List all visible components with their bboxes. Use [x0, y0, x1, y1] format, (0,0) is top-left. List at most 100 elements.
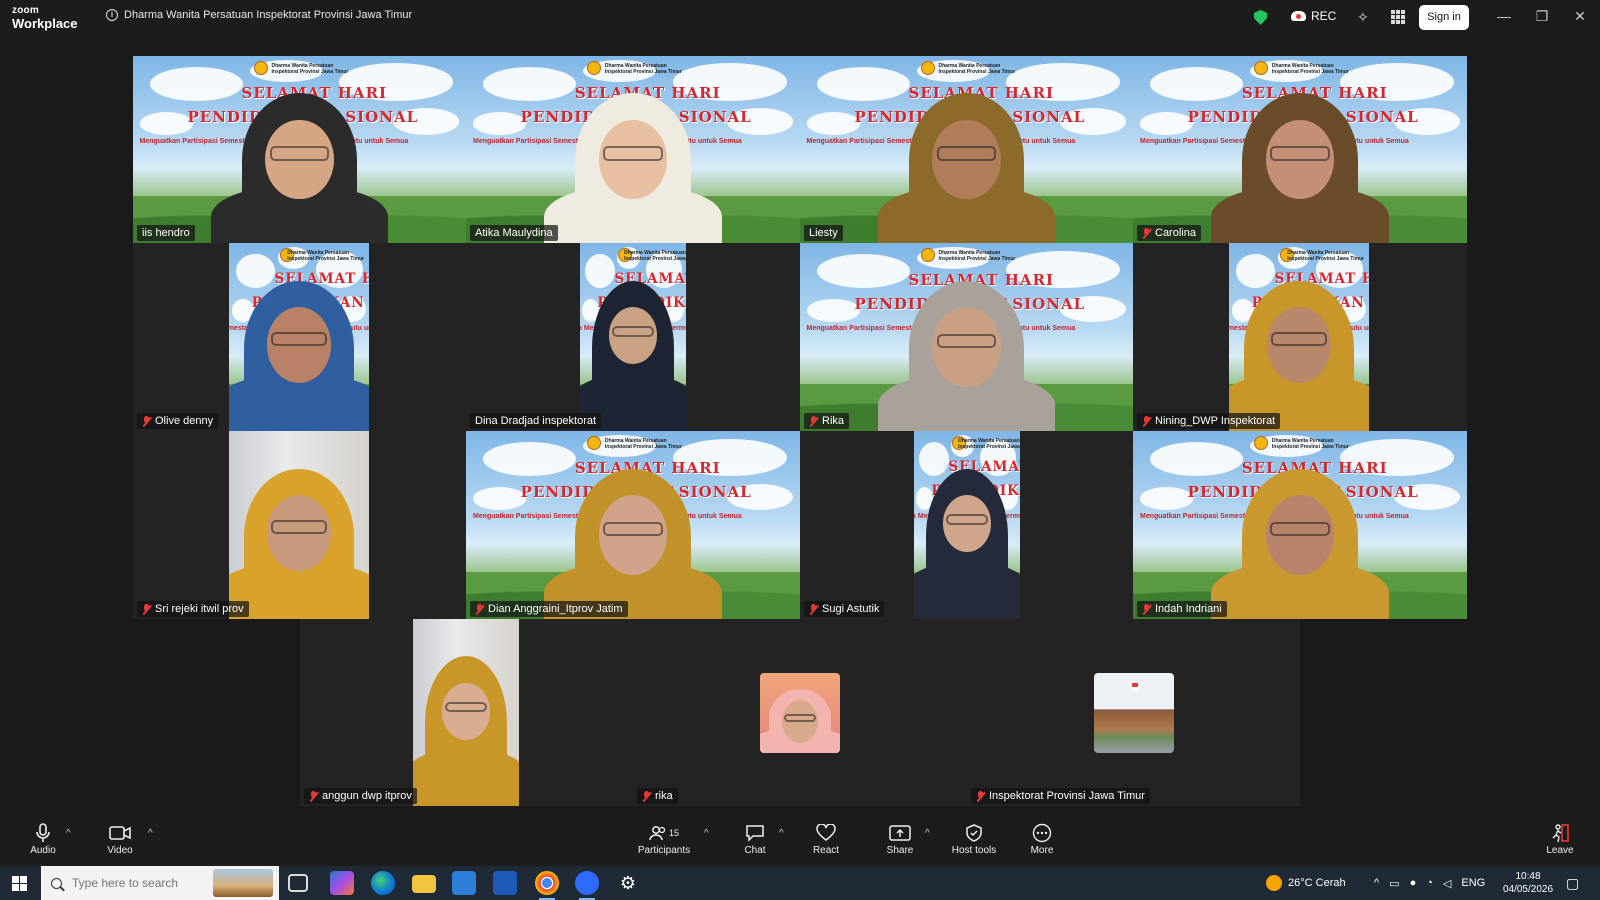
participant-name-label: Dina Dradjad inspektorat — [470, 413, 602, 429]
file-explorer-icon[interactable] — [412, 875, 436, 893]
encryption-shield-icon[interactable] — [1254, 10, 1267, 25]
chat-label: Chat — [744, 845, 766, 856]
audio-options-chevron-icon[interactable]: ^ — [66, 828, 71, 839]
participants-options-chevron-icon[interactable]: ^ — [704, 828, 709, 839]
muted-mic-icon — [475, 603, 484, 615]
windows-taskbar: ⚙ 26°C Cerah ^ ▭ ● ◔ ◁ ENG 10:48 04/05/2… — [0, 866, 1600, 900]
participant-tile[interactable]: Inspektorat Provinsi Jawa Timur — [967, 619, 1300, 806]
participant-video-feed: Dharma Wanita Persatuan Inspektorat Provi… — [1133, 56, 1467, 243]
participant-name: Sugi Astutik — [822, 603, 880, 615]
more-button[interactable]: More — [1012, 822, 1072, 864]
participant-tile[interactable]: anggun dwp itprov — [300, 619, 633, 806]
close-icon[interactable]: ✕ — [1570, 8, 1590, 25]
participant-video-feed: Dharma Wanita Persatuan Inspektorat Provi… — [1133, 431, 1467, 619]
participant-video-person — [133, 56, 466, 243]
edge-browser-icon[interactable] — [371, 871, 395, 895]
participant-tile[interactable]: Dharma Wanita Persatuan Inspektorat Provi… — [1133, 56, 1467, 243]
person-glasses — [936, 146, 997, 162]
participant-name-label: Liesty — [804, 225, 843, 241]
zoom-app-icon[interactable] — [575, 871, 599, 900]
participants-button[interactable]: 15 Participants — [633, 822, 695, 864]
participant-tile[interactable]: Dharma Wanita Persatuan Inspektorat Provi… — [800, 56, 1133, 243]
chrome-browser-icon[interactable] — [535, 871, 559, 900]
host-tools-button[interactable]: Host tools — [944, 822, 1004, 864]
mic-tray-icon[interactable]: ● — [1410, 877, 1417, 889]
weather-widget[interactable]: 26°C Cerah — [1266, 866, 1346, 900]
wifi-icon[interactable]: ◔ — [1426, 877, 1433, 889]
participant-tile[interactable]: Dharma Wanita Persatuan Inspektorat Provi… — [1133, 431, 1467, 619]
participant-tile[interactable]: Dharma Wanita Persatuan Inspektorat Provi… — [133, 243, 466, 431]
notifications-icon[interactable]: ▢ — [1566, 866, 1579, 900]
store-icon[interactable] — [452, 871, 476, 895]
taskbar-search[interactable] — [41, 866, 279, 900]
participant-name-label: Sri rejeki itwil prov — [137, 601, 249, 617]
volume-icon[interactable]: ◁ — [1443, 877, 1451, 890]
participant-tile[interactable]: Dharma Wanita Persatuan Inspektorat Provi… — [466, 56, 800, 243]
participant-video-feed: Dharma Wanita Persatuan Inspektorat Provi… — [466, 56, 800, 243]
person-glasses — [784, 714, 816, 723]
react-label: React — [812, 845, 840, 856]
rec-label: REC — [1311, 9, 1337, 23]
task-view-icon[interactable] — [288, 874, 308, 892]
participant-video-feed — [229, 431, 369, 619]
participant-video-person — [1133, 431, 1467, 619]
language-indicator[interactable]: ENG — [1461, 877, 1485, 889]
participant-tile[interactable]: rika — [633, 619, 967, 806]
settings-gear-icon[interactable]: ⚙ — [616, 871, 640, 895]
muted-mic-icon — [142, 603, 151, 615]
participant-tile[interactable]: Dharma Wanita Persatuan Inspektorat Provi… — [1133, 243, 1467, 431]
copilot-icon[interactable] — [330, 871, 354, 895]
title-bar: zoom Workplace i Dharma Wanita Persatuan… — [0, 0, 1600, 36]
participants-icon: 15 — [633, 822, 695, 844]
weather-sun-icon — [1266, 875, 1282, 891]
participant-tile[interactable]: Dharma Wanita Persatuan Inspektorat Provi… — [133, 56, 466, 243]
chat-options-chevron-icon[interactable]: ^ — [779, 828, 784, 839]
participant-video-feed: Dharma Wanita Persatuan Inspektorat Provi… — [800, 243, 1133, 431]
apps-grid-icon[interactable] — [1391, 10, 1405, 24]
taskbar-clock[interactable]: 10:48 04/05/2026 — [1500, 870, 1556, 896]
tray-chevron-icon[interactable]: ^ — [1374, 877, 1379, 889]
info-icon[interactable]: i — [106, 9, 118, 21]
cloud-record-icon — [1291, 11, 1306, 21]
participant-name-label: Dian Anggraini_Itprov Jatim — [470, 601, 628, 617]
restore-icon[interactable]: ❐ — [1532, 8, 1552, 25]
participant-count: 15 — [668, 828, 679, 838]
taskbar-search-input[interactable] — [72, 876, 212, 890]
recording-indicator[interactable]: REC — [1291, 9, 1336, 23]
muted-mic-icon — [1142, 603, 1151, 615]
leave-button[interactable]: Leave — [1530, 822, 1590, 864]
participant-video-feed: Dharma Wanita Persatuan Inspektorat Provi… — [914, 431, 1020, 619]
share-label: Share — [886, 845, 914, 856]
participant-video-feed — [413, 619, 519, 806]
participant-name: Atika Maulydina — [475, 227, 553, 239]
network-icon[interactable]: ▭ — [1389, 877, 1399, 890]
participant-name: Inspektorat Provinsi Jawa Timur — [989, 790, 1145, 802]
audio-button[interactable]: Audio — [13, 822, 73, 864]
meeting-info[interactable]: i Dharma Wanita Persatuan Inspektorat Pr… — [106, 9, 412, 21]
participant-tile[interactable]: Dharma Wanita Persatuan Inspektorat Provi… — [466, 243, 800, 431]
share-options-chevron-icon[interactable]: ^ — [925, 828, 930, 839]
react-button[interactable]: React — [796, 822, 856, 864]
participant-name-label: Indah Indriani — [1137, 601, 1227, 617]
shield-icon — [944, 822, 1004, 844]
video-button[interactable]: Video — [90, 822, 150, 864]
participant-video-person — [580, 243, 686, 431]
share-button[interactable]: Share — [870, 822, 930, 864]
participant-tile[interactable]: Sri rejeki itwil prov — [133, 431, 466, 619]
windows-start-icon[interactable] — [12, 876, 27, 891]
participant-video-feed: Dharma Wanita Persatuan Inspektorat Provi… — [580, 243, 686, 431]
word-icon[interactable] — [493, 871, 517, 895]
participant-name-label: Carolina — [1137, 225, 1201, 241]
chat-button[interactable]: Chat — [725, 822, 785, 864]
participant-tile[interactable]: Dharma Wanita Persatuan Inspektorat Provi… — [800, 431, 1133, 619]
minimize-icon[interactable]: — — [1494, 8, 1514, 24]
sign-in-button[interactable]: Sign in — [1419, 5, 1469, 30]
building-profile-picture — [1093, 672, 1174, 753]
participant-video-person — [800, 243, 1133, 431]
participant-tile[interactable]: Dharma Wanita Persatuan Inspektorat Provi… — [466, 431, 800, 619]
ai-companion-icon[interactable]: ✧ — [1357, 9, 1369, 26]
system-tray: ^ ▭ ● ◔ ◁ ENG — [1374, 866, 1485, 900]
participant-tile[interactable]: Dharma Wanita Persatuan Inspektorat Provi… — [800, 243, 1133, 431]
person-glasses — [1270, 521, 1330, 537]
video-options-chevron-icon[interactable]: ^ — [148, 828, 153, 839]
